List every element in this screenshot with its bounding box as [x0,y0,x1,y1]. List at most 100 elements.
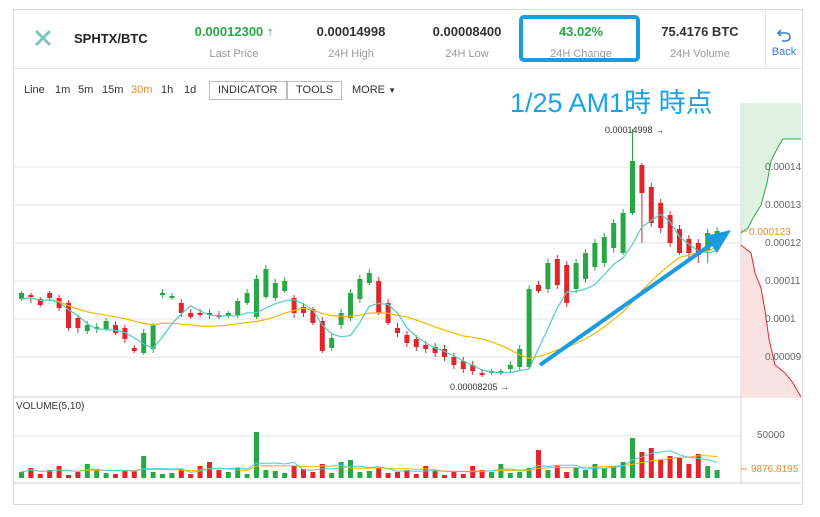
high-marker-value: 0.00014998 [605,125,653,135]
price-tick-2: 0.00013 [765,200,801,211]
volume-bar [714,470,720,478]
interval-1h[interactable]: 1h [161,84,173,96]
volume-bar [583,470,588,478]
candle-body [423,345,429,349]
low-stat: 0.00008400 24H Low [412,24,522,60]
price-chart[interactable]: 0.00014 0.00013 0.00012 0.00011 0.0001 0… [13,103,801,503]
candle-body [451,357,457,365]
candle-body [592,243,598,267]
candle-body [103,321,109,329]
volume-bar [272,471,278,478]
ma-slow-line [21,246,718,360]
interval-30m[interactable]: 30m [131,84,152,96]
price-candles [19,129,720,377]
candle-body [507,365,513,369]
candle-body [357,279,363,299]
price-tick-1: 0.00014 [765,162,801,173]
interval-1d[interactable]: 1d [184,84,196,96]
volume-bar [225,472,231,478]
candle-body [611,223,617,248]
low-value: 0.00008400 [432,24,502,39]
candle-body [282,281,288,291]
high-value: 0.00014998 [316,24,386,39]
volume-value: 75.4176 BTC [661,24,739,39]
volume-bar [56,466,62,478]
low-marker-label: 0.00008205 → [450,382,509,392]
candle-body [131,348,137,351]
volume-bar [310,472,316,478]
volume-bar [507,473,513,478]
volume-bar [517,472,523,478]
candle-body [188,313,194,317]
volume-stat: 75.4176 BTC 24H Volume [645,24,755,60]
volume-bar [686,464,692,478]
candle-body [536,285,541,291]
volume-bar [263,470,269,478]
volume-bar [395,472,400,478]
candle-body [620,213,626,253]
volume-bar [564,472,570,478]
volume-bar [677,458,682,478]
volume-bar [113,474,118,478]
candle-body [160,293,165,295]
volume-bar [658,460,664,478]
volume-bar [460,474,466,478]
candle-body [348,293,353,318]
volume-bar [451,472,457,478]
candle-body [601,237,607,263]
more-label: MORE [352,84,385,96]
candle-body [564,265,570,303]
interval-5m[interactable]: 5m [78,84,93,96]
candle-body [263,269,269,297]
volume-bar [432,471,438,478]
volume-bar [84,464,90,478]
volume-bar [601,468,607,478]
volume-bar [197,466,203,478]
back-button[interactable]: Back [765,11,802,67]
candle-body [84,325,90,331]
high-label: 24H High [328,48,374,60]
interval-line[interactable]: Line [24,84,45,96]
volume-bar [536,450,541,478]
volume-bar [366,471,372,478]
interval-15m[interactable]: 15m [102,84,123,96]
candle-body [667,215,673,243]
candle-body [113,325,118,333]
indicator-button[interactable]: INDICATOR [209,81,287,100]
volume-bar [188,474,194,478]
candle-body [19,293,24,299]
candle-body [479,373,485,375]
high-stat: 0.00014998 24H High [296,24,406,60]
interval-1m[interactable]: 1m [55,84,70,96]
volume-bar [122,471,128,478]
volume-bar [329,473,335,478]
volume-bar [385,473,391,478]
close-icon[interactable] [33,28,53,48]
candle-body [28,295,34,297]
candle-body [526,289,532,367]
candle-body [413,339,419,347]
volume-bar [207,462,212,478]
last-price-label: Last Price [209,48,259,60]
more-menu[interactable]: MORE ▼ [352,84,396,96]
volume-bar [338,462,344,478]
candle-body [545,263,551,289]
candle-body [404,335,410,343]
volume-bar [423,466,429,478]
volume-bar [695,454,701,478]
volume-bar [442,475,447,478]
last-price-value: 0.00012300 [194,24,264,39]
candle-body [366,273,372,283]
volume-bar [667,456,673,478]
candle-body [677,229,682,253]
volume-bar [573,468,579,478]
candle-body [235,301,241,315]
volume-label: 24H Volume [670,48,730,60]
volume-bar [169,473,175,478]
tools-button[interactable]: TOOLS [287,81,343,100]
change-highlight-box [519,15,640,62]
volume-pane-title: VOLUME(5,10) [16,401,84,412]
volume-bar [141,456,147,478]
price-tick-5: 0.0001 [765,314,796,325]
volume-bar [705,466,711,478]
